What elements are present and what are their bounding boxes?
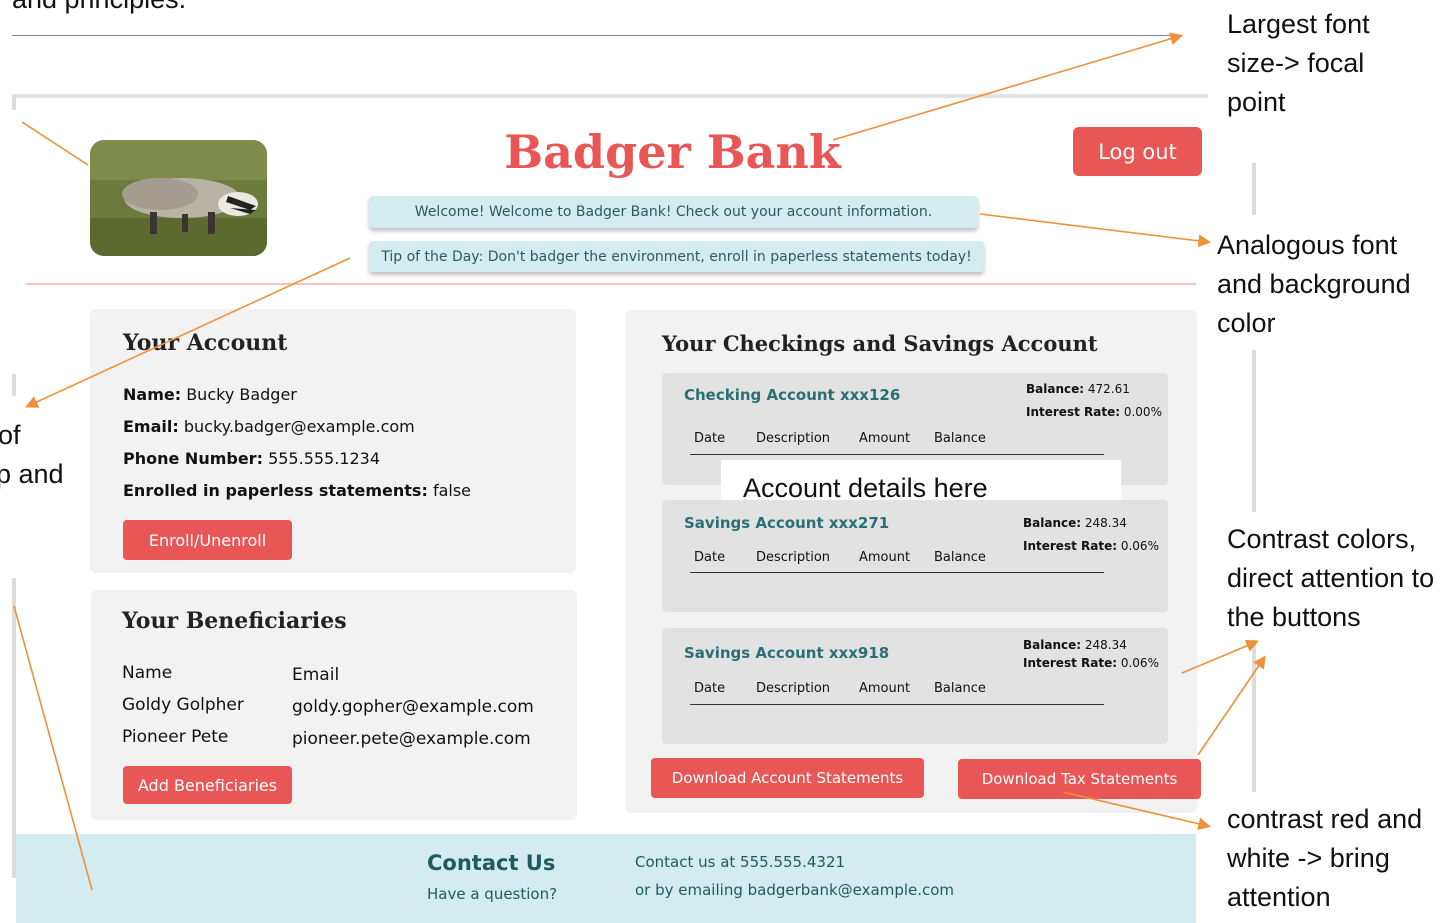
col-description: Description <box>756 550 831 565</box>
contact-phone: Contact us at 555.555.4321 <box>635 853 846 871</box>
mockup-right-edge-3 <box>1252 640 1256 792</box>
annotation-focal-point: Largest font size-> focal point <box>1227 9 1370 117</box>
header-divider <box>26 283 1196 285</box>
account-heading: Your Account <box>123 330 288 356</box>
account-paperless-label: Enrolled in paperless statements: <box>123 481 428 500</box>
account-title: Checking Account xxx126 <box>684 386 901 404</box>
rate-label: Interest Rate: <box>1023 539 1118 553</box>
download-tax-statements-button[interactable]: Download Tax Statements <box>958 759 1201 799</box>
col-balance: Balance <box>934 550 986 565</box>
mockup-left-edge-2 <box>12 374 16 396</box>
rate-value: 0.00% <box>1123 405 1162 419</box>
mockup-right-edge <box>1252 163 1256 215</box>
account-name-label: Name: <box>123 385 182 404</box>
annotation-contrast-colors: Contrast colors, direct attention to the… <box>1227 524 1435 632</box>
account-balance: Balance: 248.34 Interest Rate: 0.06% <box>1023 512 1159 558</box>
top-divider <box>12 35 1180 36</box>
mockup-top-edge <box>12 94 1208 98</box>
enroll-button[interactable]: Enroll/Unenroll <box>123 520 292 560</box>
transactions-rule <box>690 454 1104 455</box>
logout-button[interactable]: Log out <box>1073 127 1202 176</box>
badger-photo <box>90 140 267 256</box>
footer <box>16 834 1196 923</box>
rate-label: Interest Rate: <box>1026 405 1121 419</box>
balance-value: 248.34 <box>1084 516 1127 530</box>
rate-value: 0.06% <box>1120 539 1159 553</box>
annotation-contrast-red: contrast red and white -> bring attentio… <box>1227 804 1423 912</box>
beneficiaries-col-name: Name <box>122 663 173 683</box>
col-balance: Balance <box>934 681 986 696</box>
col-amount: Amount <box>859 681 911 696</box>
contact-heading: Contact Us <box>427 851 556 875</box>
col-description: Description <box>756 681 831 696</box>
account-phone-value: 555.555.1234 <box>268 449 381 468</box>
balance-label: Balance: <box>1026 382 1085 396</box>
tip-banner: Tip of the Day: Don't badger the environ… <box>369 241 984 272</box>
account-box-savings-918: Savings Account xxx918 Balance: 248.34 I… <box>662 628 1168 744</box>
col-amount: Amount <box>859 431 911 446</box>
account-phone: Phone Number: 555.555.1234 <box>123 449 380 468</box>
rate-value: 0.06% <box>1120 656 1159 670</box>
col-date: Date <box>694 550 726 565</box>
accounts-heading: Your Checkings and Savings Account <box>662 331 1098 356</box>
mockup-right-edge-2 <box>1252 350 1256 512</box>
account-email-label: Email: <box>123 417 179 436</box>
beneficiary-name: Goldy Golpher <box>122 695 244 715</box>
account-email-value: bucky.badger@example.com <box>183 417 415 436</box>
account-email: Email: bucky.badger@example.com <box>123 417 415 436</box>
col-balance: Balance <box>934 431 986 446</box>
transactions-rule <box>690 704 1104 705</box>
beneficiaries-col-email: Email <box>292 665 340 685</box>
beneficiary-name: Pioneer Pete <box>122 727 229 747</box>
account-balance: Balance: 248.34 Interest Rate: 0.06% <box>1023 636 1159 672</box>
transactions-rule <box>690 572 1104 573</box>
download-account-statements-button[interactable]: Download Account Statements <box>651 758 924 798</box>
mockup-left-edge <box>12 96 16 110</box>
col-date: Date <box>694 431 726 446</box>
balance-value: 248.34 <box>1084 638 1127 652</box>
annotation-left-clip-1: of <box>0 420 21 450</box>
welcome-banner: Welcome! Welcome to Badger Bank! Check o… <box>369 196 978 228</box>
account-name-value: Bucky Badger <box>186 385 297 404</box>
arrow-focal <box>832 32 1184 141</box>
col-amount: Amount <box>859 550 911 565</box>
balance-label: Balance: <box>1023 516 1082 530</box>
balance-value: 472.61 <box>1087 382 1130 396</box>
rate-label: Interest Rate: <box>1023 656 1118 670</box>
account-balance: Balance: 472.61 Interest Rate: 0.00% <box>1026 378 1162 424</box>
account-title: Savings Account xxx271 <box>684 514 890 532</box>
beneficiaries-heading: Your Beneficiaries <box>122 608 347 634</box>
col-date: Date <box>694 681 726 696</box>
account-title: Savings Account xxx918 <box>684 644 890 662</box>
balance-label: Balance: <box>1023 638 1082 652</box>
account-paperless-value: false <box>432 481 471 500</box>
annotation-analogous: Analogous font and background color <box>1217 230 1411 338</box>
mockup-left-edge-3 <box>12 578 16 878</box>
beneficiary-email: goldy.gopher@example.com <box>292 697 534 717</box>
header-fragment: and principles. <box>12 0 186 14</box>
account-paperless: Enrolled in paperless statements: false <box>123 481 471 500</box>
add-beneficiaries-button[interactable]: Add Beneficiaries <box>123 766 292 804</box>
page-title: Badger Bank <box>504 125 841 179</box>
col-description: Description <box>756 431 831 446</box>
account-box-savings-271: Savings Account xxx271 Balance: 248.34 I… <box>662 500 1168 612</box>
contact-question: Have a question? <box>427 885 558 903</box>
arrow-analogous <box>979 213 1212 248</box>
arrow-photo <box>21 121 89 166</box>
annotation-left-clip-2: p and <box>0 459 64 489</box>
account-name: Name: Bucky Badger <box>123 385 297 404</box>
contact-email: or by emailing badgerbank@example.com <box>635 881 955 899</box>
account-phone-label: Phone Number: <box>123 449 263 468</box>
beneficiary-email: pioneer.pete@example.com <box>292 729 531 749</box>
